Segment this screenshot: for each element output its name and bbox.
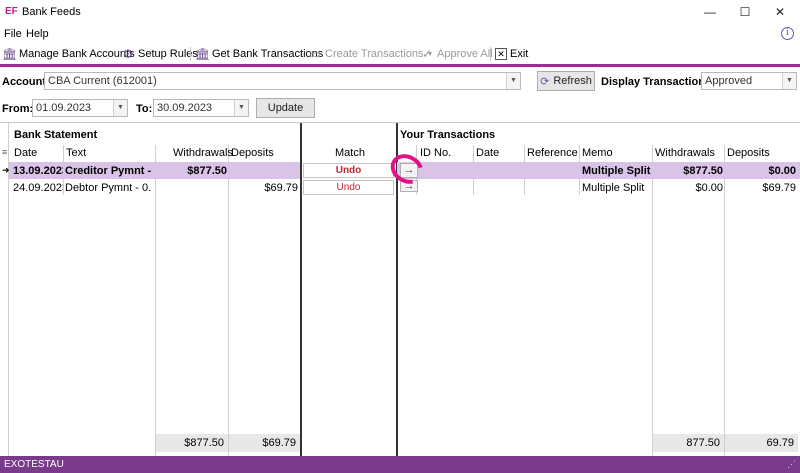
account-value: CBA Current (612001): [48, 75, 157, 87]
column-header-withdrawals[interactable]: Withdrawals: [173, 147, 233, 159]
column-header-withdrawals[interactable]: Withdrawals: [655, 147, 715, 159]
transactions-grid: Bank Statement Your Transactions ≡ Date …: [0, 122, 800, 457]
to-date-input[interactable]: 30.09.2023 ▼: [153, 99, 249, 117]
undo-button[interactable]: Undo: [303, 180, 394, 195]
check-circle-icon: ✓: [421, 47, 433, 61]
chevron-down-icon[interactable]: ▼: [782, 73, 796, 89]
row-withdrawals: $877.50: [187, 165, 227, 177]
row-deposits: $0.00: [768, 165, 796, 177]
to-label: To:: [136, 103, 153, 115]
toolbar: 🏛 Manage Bank Accounts ⚙ Setup Rules 🏛 G…: [0, 45, 800, 63]
row-date: 13.09.2023: [13, 165, 63, 177]
document-icon: ▭: [309, 47, 321, 61]
account-label: Account:: [2, 76, 50, 88]
total-deposits: 69.79: [725, 434, 798, 452]
to-date-value: 30.09.2023: [157, 102, 213, 114]
column-divider: [724, 145, 725, 457]
column-header-text[interactable]: Text: [66, 147, 86, 159]
refresh-icon: ⟳: [540, 75, 550, 88]
setup-rules-label: Setup Rules: [138, 48, 198, 60]
column-header-deposits[interactable]: Deposits: [231, 147, 274, 159]
resize-grip-icon[interactable]: ⋰: [787, 459, 796, 470]
display-transactions-select[interactable]: Approved ▼: [701, 72, 797, 90]
get-bank-transactions-label: Get Bank Transactions: [212, 48, 324, 60]
exit-icon: ✕: [495, 48, 507, 60]
approve-all-label: Approve All: [437, 48, 493, 60]
setup-rules-button[interactable]: ⚙ Setup Rules: [121, 46, 198, 62]
toolbar-separator: [190, 47, 191, 61]
from-label: From:: [2, 103, 34, 115]
refresh-button[interactable]: ⟳ Refresh: [537, 71, 595, 91]
display-transactions-label: Display Transactions:: [601, 76, 715, 88]
approve-all-button[interactable]: ✓ Approve All: [420, 46, 493, 62]
maximize-button[interactable]: ☐: [730, 3, 760, 21]
current-row-arrow-icon: ➜: [2, 165, 10, 175]
title-bar: EF Bank Feeds — ☐ ✕: [0, 0, 800, 24]
column-header-match[interactable]: Match: [335, 147, 365, 159]
info-icon[interactable]: i: [781, 27, 794, 40]
menu-bar: File Help i: [0, 26, 800, 42]
column-header-date[interactable]: Date: [14, 147, 37, 159]
create-transactions-label: Create Transactions: [325, 48, 424, 60]
chevron-down-icon[interactable]: ▼: [506, 73, 520, 89]
display-transactions-value: Approved: [705, 75, 753, 87]
from-date-input[interactable]: 01.09.2023 ▼: [32, 99, 128, 117]
row-withdrawals: $0.00: [695, 182, 723, 194]
bank-icon: 🏛: [2, 47, 18, 61]
row-deposits: $69.79: [264, 182, 298, 194]
minimize-button[interactable]: —: [695, 3, 725, 21]
toolbar-separator: [490, 47, 491, 61]
total-deposits: $69.79: [229, 434, 300, 452]
update-button[interactable]: Update: [256, 98, 315, 118]
update-label: Update: [267, 102, 304, 114]
refresh-label: Refresh: [553, 75, 592, 87]
column-header-date[interactable]: Date: [476, 147, 499, 159]
manage-bank-accounts-label: Manage Bank Accounts: [19, 48, 135, 60]
your-transactions-title: Your Transactions: [400, 129, 496, 141]
row-deposits: $69.79: [762, 182, 796, 194]
total-withdrawals: 877.50: [653, 434, 724, 452]
column-header-deposits[interactable]: Deposits: [727, 147, 770, 159]
column-divider: [652, 145, 653, 457]
menu-help[interactable]: Help: [26, 28, 49, 40]
exit-label: Exit: [510, 48, 529, 60]
bank-icon: 🏛: [195, 47, 211, 61]
section-divider: [300, 123, 302, 457]
column-header-memo[interactable]: Memo: [582, 147, 613, 159]
chevron-down-icon[interactable]: ▼: [234, 100, 248, 116]
create-transactions-button[interactable]: ▭ Create Transactions ▼: [308, 46, 433, 62]
row-text: Creditor Pymnt -: [65, 165, 152, 177]
chevron-down-icon[interactable]: ▼: [113, 100, 127, 116]
filter-panel: Account: CBA Current (612001) ▼ ⟳ Refres…: [0, 67, 800, 122]
row-text: Debtor Pymnt - 0.: [65, 182, 152, 194]
bank-statement-title: Bank Statement: [14, 129, 98, 141]
row-memo: Multiple Split: [582, 165, 651, 177]
manage-bank-accounts-button[interactable]: 🏛 Manage Bank Accounts: [2, 46, 135, 62]
menu-file[interactable]: File: [4, 28, 22, 40]
app-logo-icon: EF: [5, 6, 18, 17]
row-selector-icon: ≡: [2, 147, 8, 157]
column-header-id[interactable]: ID No.: [420, 147, 451, 159]
status-text: EXOTESTAU: [4, 459, 64, 470]
window-title: Bank Feeds: [22, 6, 81, 18]
exit-button[interactable]: ✕ Exit: [495, 46, 528, 62]
total-withdrawals: $877.50: [156, 434, 228, 452]
undo-button[interactable]: Undo: [303, 163, 394, 178]
column-header-reference[interactable]: Reference: [527, 147, 578, 159]
get-bank-transactions-button[interactable]: 🏛 Get Bank Transactions: [195, 46, 323, 62]
account-select[interactable]: CBA Current (612001) ▼: [44, 72, 521, 90]
rules-icon: ⚙: [122, 47, 134, 61]
status-bar: EXOTESTAU ⋰: [0, 456, 800, 473]
row-date: 24.09.2023: [13, 182, 63, 194]
row-withdrawals: $877.50: [683, 165, 723, 177]
close-button[interactable]: ✕: [765, 3, 795, 21]
from-date-value: 01.09.2023: [36, 102, 92, 114]
row-memo: Multiple Split: [582, 182, 645, 194]
